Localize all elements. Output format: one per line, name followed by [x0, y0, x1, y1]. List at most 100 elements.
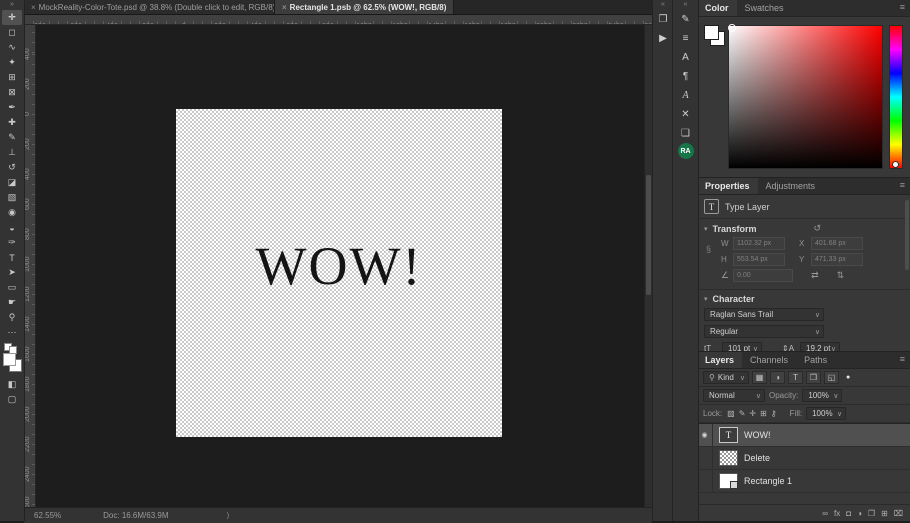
clone-stamp-tool[interactable]: ⊥ [2, 145, 22, 160]
layer-thumbnail[interactable] [719, 450, 738, 466]
flip-horizontal-icon[interactable]: ⇄ [811, 270, 819, 281]
filter-shape-layers-icon[interactable]: ❒ [806, 371, 821, 384]
visibility-cell[interactable]: ◉ [697, 447, 713, 469]
lock-all-icon[interactable]: ⚷ [770, 409, 778, 418]
canvas-vertical-scrollbar[interactable] [644, 25, 652, 507]
hue-slider[interactable] [889, 25, 903, 169]
eraser-tool[interactable]: ◪ [2, 175, 22, 190]
filter-type-layers-icon[interactable]: T [788, 371, 803, 384]
chevron-down-icon[interactable]: ▾ [704, 225, 708, 233]
pen-tool[interactable]: ✑ [2, 235, 22, 250]
libraries-panel-icon[interactable]: ❏ [677, 124, 695, 142]
edit-toolbar-icon[interactable]: ⋯ [2, 325, 22, 340]
Rectangle 1[interactable]: ◉ Rectangle 1 [697, 470, 910, 493]
filter-pixel-layers-icon[interactable]: ▦ [752, 371, 767, 384]
filter-adjustment-layers-icon[interactable]: ◑ [770, 371, 785, 384]
lock-artboard-icon[interactable]: ⊞ [759, 409, 768, 418]
healing-brush-tool[interactable]: ✚ [2, 115, 22, 130]
status-menu-arrow-icon[interactable]: ⟩ [227, 511, 230, 520]
filter-toggle-icon[interactable]: ● [846, 374, 850, 381]
layer-group-icon[interactable]: ❐ [867, 509, 876, 518]
collapse-strip-icon[interactable]: « [673, 0, 698, 9]
document-tab[interactable]: × Rectangle 1.psb @ 62.5% (WOW!, RGB/8) [275, 0, 454, 14]
eyedropper-tool[interactable]: ✒ [2, 100, 22, 115]
saturation-brightness-field[interactable] [728, 25, 883, 169]
dodge-tool[interactable]: ◒ [2, 220, 22, 235]
foreground-color-swatch[interactable] [704, 25, 719, 40]
hue-slider-handle[interactable] [892, 161, 899, 168]
brush-tool[interactable]: ✎ [2, 130, 22, 145]
panel-tab[interactable]: Layers [697, 352, 742, 368]
delete-layer-icon[interactable]: ⌧ [893, 509, 904, 518]
path-select-tool[interactable]: ➤ [2, 265, 22, 280]
panel-tab[interactable]: Paths [796, 352, 835, 368]
shape-tool[interactable]: ▭ [2, 280, 22, 295]
lock-image-pixels-icon[interactable]: ✎ [738, 409, 747, 418]
flip-vertical-icon[interactable]: ⇅ [837, 270, 845, 281]
move-tool[interactable]: ✛ [2, 10, 22, 25]
lasso-tool[interactable]: ∿ [2, 40, 22, 55]
font-style-dropdown[interactable]: Regular [704, 325, 824, 338]
panel-scrollbar[interactable] [905, 200, 909, 270]
fill-dropdown[interactable]: 100% [806, 407, 846, 420]
panel-menu-icon[interactable]: ≡ [900, 180, 905, 190]
canvas-pasteboard[interactable]: WOW! [36, 25, 652, 507]
history-panel-icon[interactable]: ❐ [654, 10, 672, 28]
x-position-field[interactable]: 401.68 px [811, 237, 863, 250]
ra-badge[interactable]: RA [678, 143, 694, 159]
hand-tool[interactable]: ☛ [2, 295, 22, 310]
document-tab[interactable]: × MockReality-Color-Tote.psd @ 38.8% (Do… [24, 0, 275, 14]
tool-presets-panel-icon[interactable]: ✕ [677, 105, 695, 123]
lock-position-icon[interactable]: ✛ [748, 409, 757, 418]
font-size-dropdown[interactable]: 101 pt [722, 342, 762, 352]
zoom-level-field[interactable]: 62.55% [34, 511, 61, 520]
filter-kind-dropdown[interactable]: ⚲ Kind [703, 371, 749, 384]
layer-thumbnail[interactable] [719, 473, 738, 489]
collapse-strip-icon[interactable]: « [653, 0, 673, 9]
new-layer-icon[interactable]: ⊞ [880, 509, 889, 518]
chevron-down-icon[interactable]: ▾ [704, 295, 708, 303]
paragraph-panel-icon[interactable]: ¶ [677, 67, 695, 85]
link-dimensions-icon[interactable]: § [706, 244, 711, 254]
panel-tab[interactable]: Swatches [737, 0, 792, 16]
adjustment-layer-icon[interactable]: ◑ [856, 509, 863, 518]
lock-transparent-pixels-icon[interactable]: ▨ [726, 409, 736, 418]
panel-tab[interactable]: Properties [697, 178, 758, 194]
marquee-tool[interactable]: ◻ [2, 25, 22, 40]
close-tab-icon[interactable]: × [282, 3, 287, 12]
blur-tool[interactable]: ◉ [2, 205, 22, 220]
layer-mask-icon[interactable]: ◘ [845, 509, 852, 518]
screen-mode-button[interactable]: ▢ [2, 392, 22, 407]
y-position-field[interactable]: 471.33 px [811, 253, 863, 266]
foreground-color-swatch[interactable] [3, 353, 16, 366]
visibility-cell[interactable]: ◉ [697, 470, 713, 492]
history-brush-tool[interactable]: ↺ [2, 160, 22, 175]
frame-tool[interactable]: ⊠ [2, 85, 22, 100]
panel-tab[interactable]: Color [697, 0, 737, 16]
brush-settings-panel-icon[interactable]: ✎ [677, 10, 695, 28]
character-panel-icon[interactable]: A [677, 48, 695, 66]
reset-transform-icon[interactable]: ↺ [814, 223, 822, 234]
filter-smart-objects-icon[interactable]: ◱ [824, 371, 839, 384]
leading-dropdown[interactable]: 19.2 pt [800, 342, 840, 352]
crop-tool[interactable]: ⊞ [2, 70, 22, 85]
blend-mode-dropdown[interactable]: Normal [703, 389, 765, 402]
rotation-field[interactable]: 0.00 [733, 269, 793, 282]
clone-source-panel-icon[interactable]: ≡ [677, 29, 695, 47]
panel-tab[interactable]: Adjustments [758, 178, 824, 194]
Delete[interactable]: ◉ Delete [697, 447, 910, 470]
visibility-cell[interactable]: ◉ [697, 424, 713, 446]
close-tab-icon[interactable]: × [31, 3, 36, 12]
actions-panel-icon[interactable]: ▶ [654, 29, 672, 47]
quick-mask-mode-button[interactable]: ◧ [2, 377, 22, 392]
gradient-tool[interactable]: ▧ [2, 190, 22, 205]
font-family-dropdown[interactable]: Raglan Sans Trail [704, 308, 824, 321]
document-canvas[interactable]: WOW! [176, 109, 502, 437]
object-selection-tool[interactable]: ✦ [2, 55, 22, 70]
zoom-tool[interactable]: ⚲ [2, 310, 22, 325]
height-field[interactable]: 553.54 px [733, 253, 785, 266]
layer-thumbnail[interactable]: T [719, 427, 738, 443]
WOW![interactable]: ◉ T WOW! [697, 424, 910, 447]
collapse-toolbar-icon[interactable]: » [0, 0, 24, 10]
panel-menu-icon[interactable]: ≡ [900, 354, 905, 364]
